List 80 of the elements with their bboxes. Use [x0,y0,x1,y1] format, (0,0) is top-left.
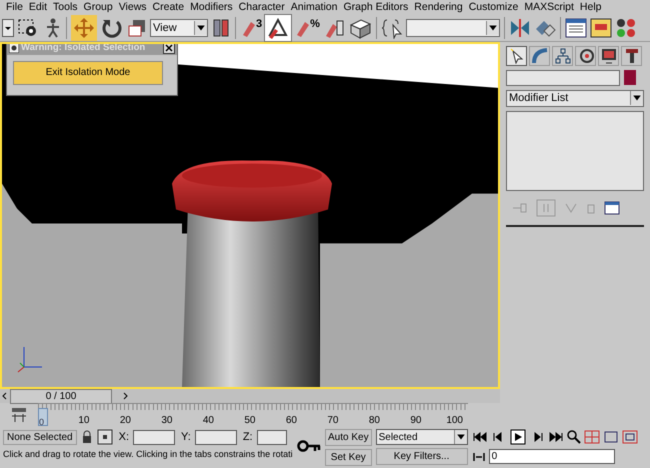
key-mode-dropdown[interactable]: Selected [376,429,468,445]
display-monitor-icon[interactable] [598,46,619,66]
menu-item[interactable]: File [3,1,26,14]
pivot-icon[interactable] [211,16,231,39]
menu-item[interactable]: Rendering [411,1,466,14]
frame-label: 10 [77,415,90,426]
lock-icon[interactable] [80,430,93,444]
menu-item[interactable]: MAXScript [521,1,577,14]
menu-item[interactable]: Character [236,1,288,14]
zoom-extents-icon[interactable] [602,430,619,444]
go-to-start-icon[interactable] [472,431,488,443]
selection-status: None Selected [3,430,77,444]
snap-toggle[interactable]: 3 [240,18,262,37]
modifier-stack-list[interactable] [506,110,644,191]
close-button[interactable] [163,44,175,54]
time-slider[interactable]: 0 / 100 [0,388,500,403]
box-icon[interactable] [348,16,372,39]
menu-item[interactable]: Graph Editors [340,1,412,14]
frame-label: 100 [445,415,463,426]
scale-squares-icon[interactable] [127,18,147,38]
play-icon[interactable] [510,429,526,445]
menu-item[interactable]: Edit [26,1,50,14]
frame-marker[interactable]: 0 [38,408,48,426]
frame-label: 70 [326,415,338,426]
modifier-list-dropdown[interactable]: Modifier List [506,90,644,107]
material-spheres-icon[interactable] [614,16,637,39]
track-bar-icon[interactable] [10,406,28,423]
frame-label: 50 [243,415,256,426]
key-filters-button[interactable]: Key Filters... [376,448,468,465]
zoom-extents-all-icon[interactable] [622,430,638,444]
layer-table-icon[interactable] [564,18,587,38]
hammer-icon[interactable] [621,46,642,66]
named-selection-dropdown[interactable] [406,18,500,37]
set-key-button[interactable]: Set Key [325,449,372,466]
mirror-icon[interactable] [508,16,531,39]
frame-label: 30 [160,415,172,426]
motion-wheel-icon[interactable] [575,46,596,66]
key-icon[interactable] [297,439,321,453]
configure-sets-icon[interactable] [604,200,620,215]
reference-coordinate-dropdown[interactable]: View [150,18,208,37]
menu-item[interactable]: Modifiers [187,1,236,14]
percent-snap-toggle[interactable]: % [294,18,320,37]
timeline-ruler[interactable]: 0 10 20 30 40 50 60 70 80 90 100 [38,403,468,426]
exit-isolation-button[interactable]: Exit Isolation Mode [13,60,163,85]
menu-item[interactable]: Views [116,1,150,14]
z-label: Z: [242,431,253,443]
y-label: Y: [181,431,191,443]
frame-label: 80 [368,415,380,426]
curve-editor-icon[interactable] [590,18,612,38]
x-coordinate-field[interactable] [133,430,176,444]
x-label: X: [118,431,130,443]
z-coordinate-field[interactable] [256,430,287,444]
hierarchy-icon[interactable] [552,46,573,66]
zoom-icon[interactable] [566,430,581,444]
go-to-end-icon[interactable] [548,431,564,443]
prompt-line: Click and drag to rotate the view. Clicking in the tabs constrains the rotati [3,449,293,459]
select-region-icon[interactable] [17,16,39,39]
frame-label: 90 [409,415,422,426]
frame-label: 20 [118,415,131,426]
menu-item[interactable]: Help [576,1,605,14]
transform-mode-icon[interactable] [96,429,113,445]
menu-item[interactable]: Customize [466,1,522,14]
modify-curve-icon[interactable] [529,46,550,66]
menu-item[interactable]: Animation [288,1,340,14]
key-mode-toggle-icon[interactable] [472,450,486,462]
menu-item[interactable]: Tools [50,1,81,14]
current-frame-field[interactable]: 0 [488,449,615,464]
frame-label: 40 [202,415,214,426]
angle-snap-icon[interactable] [265,14,292,41]
time-slider-thumb[interactable]: 0 / 100 [10,388,112,404]
create-cursor-icon[interactable] [506,46,527,66]
frame-label: 60 [284,415,297,426]
y-coordinate-field[interactable] [194,430,237,444]
dialog-icon [9,44,19,53]
auto-key-button[interactable]: Auto Key [325,429,372,446]
object-color-swatch[interactable] [624,70,636,85]
object-name-field[interactable] [506,70,620,86]
menu-item[interactable]: Create [150,1,188,14]
menu-item[interactable]: Group [80,1,116,14]
named-selection-icon[interactable] [380,16,403,39]
